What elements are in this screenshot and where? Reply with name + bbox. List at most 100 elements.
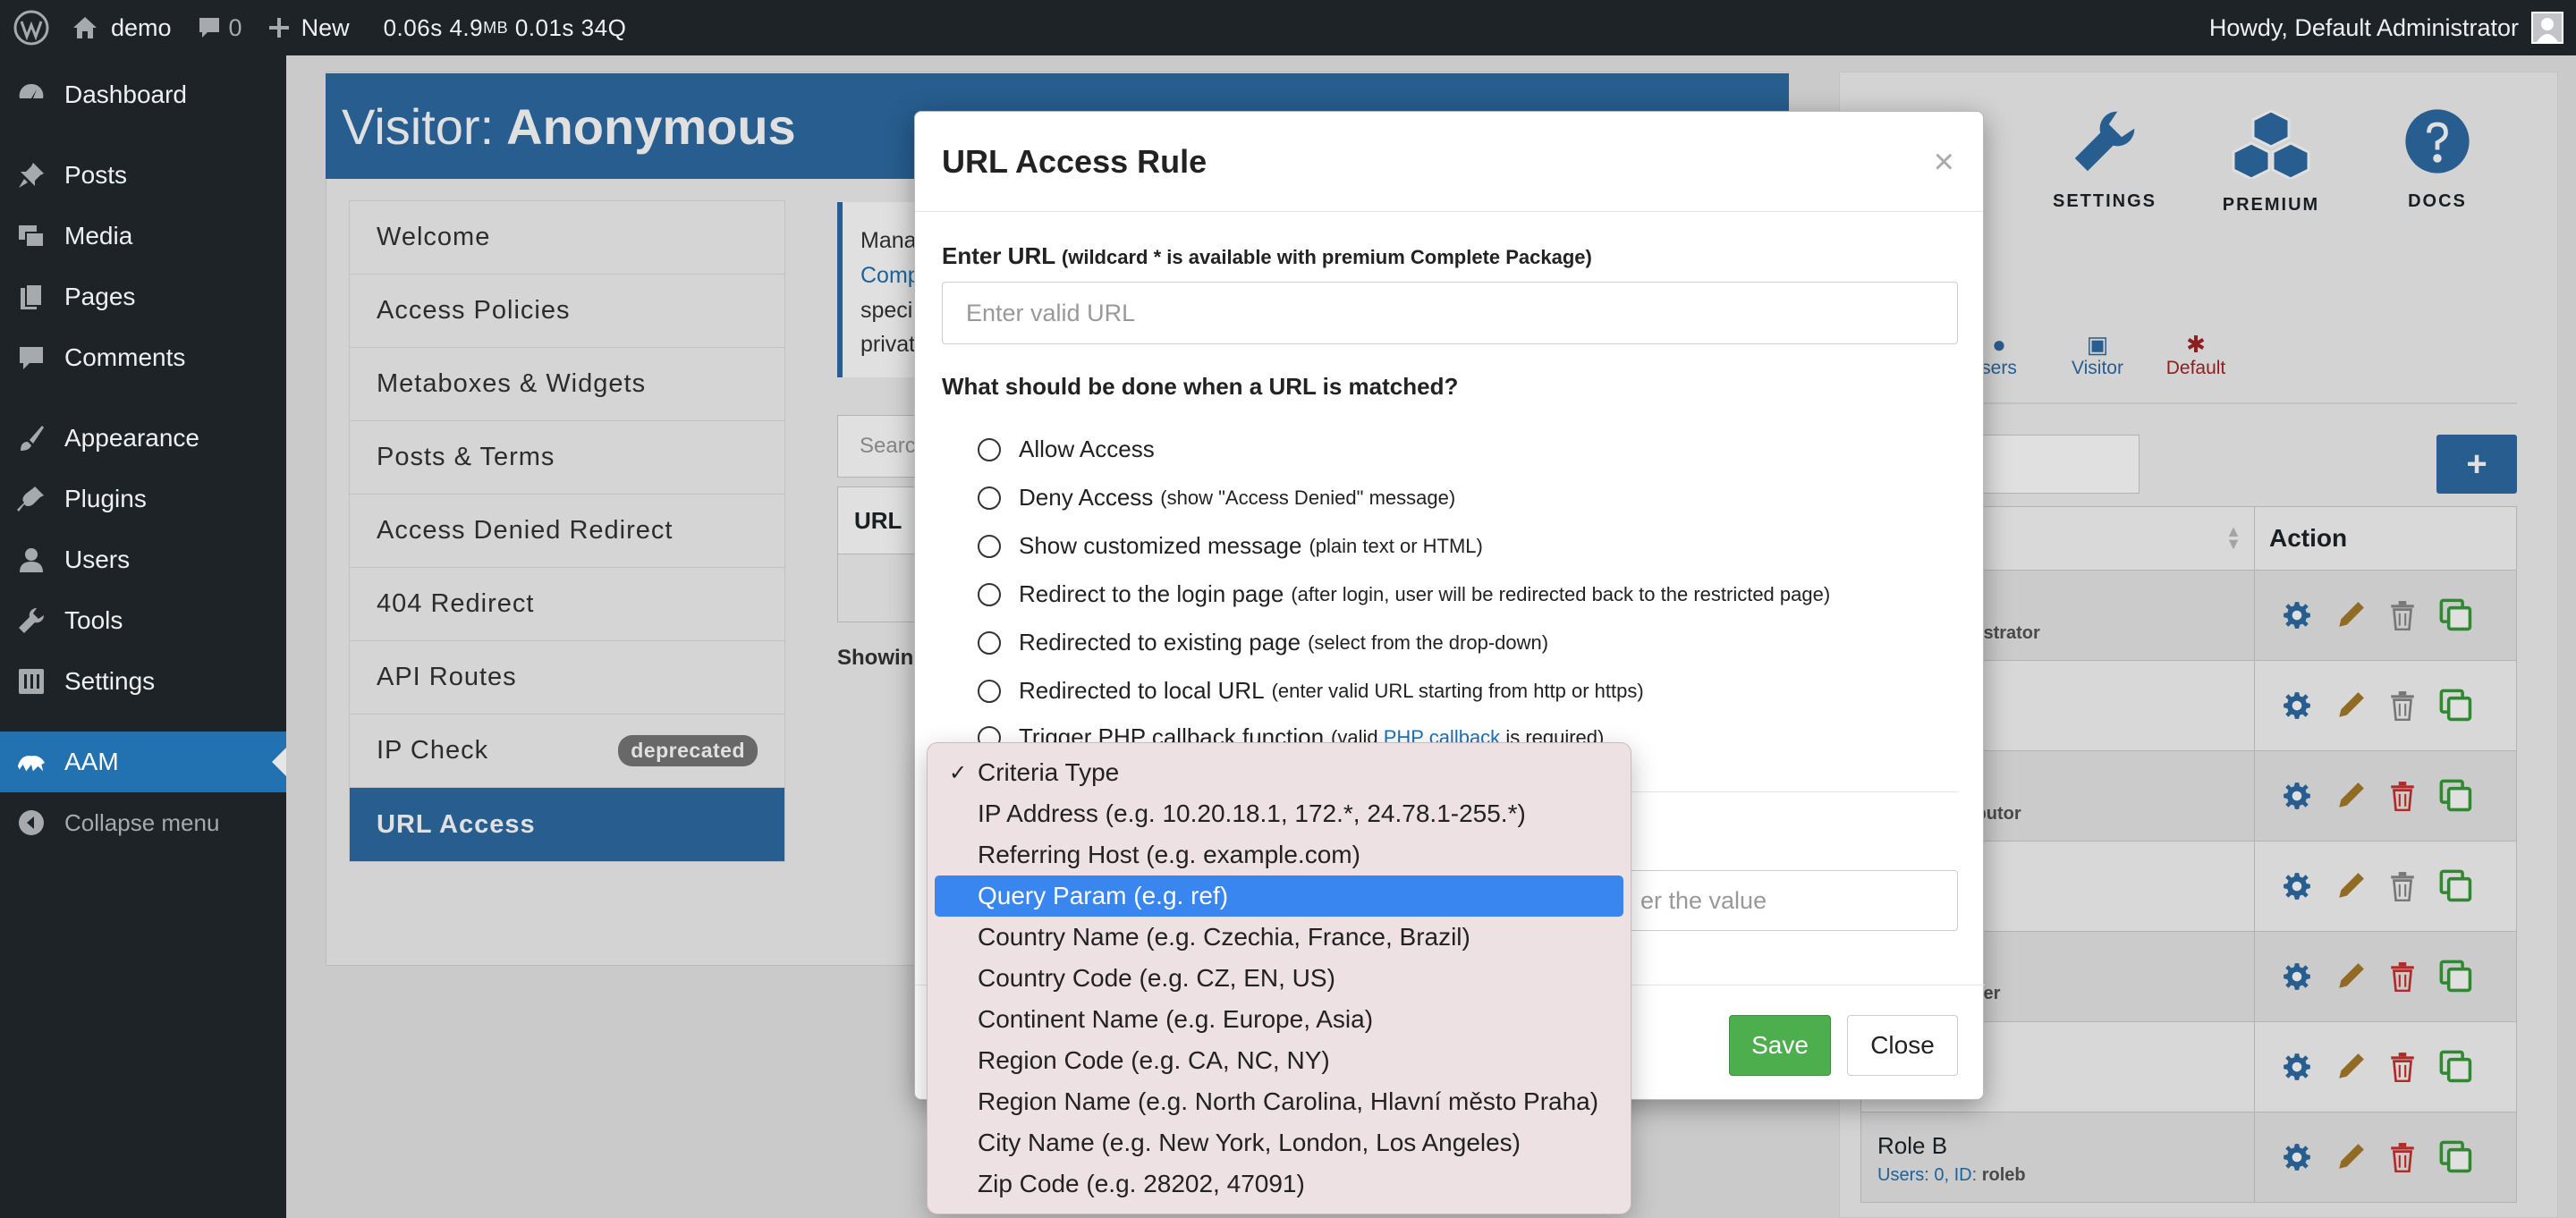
option-hint: (show "Access Denied" message) — [1160, 486, 1456, 509]
qm-memory-unit: MB — [483, 18, 509, 37]
sidebar-item-label: Media — [64, 222, 133, 250]
action-question: What should be done when a URL is matche… — [942, 373, 1459, 400]
avatar — [2531, 12, 2563, 44]
option-text: Query Param (e.g. ref) — [978, 882, 1229, 909]
qm-db-time: 0.01s — [514, 13, 574, 41]
comments-icon — [16, 343, 47, 373]
close-button[interactable]: Close — [1847, 1015, 1958, 1076]
dropdown-option[interactable]: Zip Code (e.g. 28202, 47091) — [935, 1163, 1623, 1205]
sidebar-item-label: AAM — [64, 748, 119, 775]
sliders-icon — [16, 666, 47, 697]
radio-button[interactable] — [978, 534, 1001, 558]
checkmark-icon: ✓ — [949, 760, 968, 785]
wrench-icon — [16, 605, 47, 636]
option-text: City Name (e.g. New York, London, Los An… — [978, 1129, 1521, 1156]
url-field-label: Enter URL (wildcard * is available with … — [942, 242, 1592, 270]
comments-link[interactable]: 0 — [184, 0, 255, 55]
media-icon — [16, 221, 47, 251]
collapse-menu-label: Collapse menu — [64, 808, 220, 836]
criteria-type-dropdown[interactable]: ✓ Criteria Type IP Address (e.g. 10.20.18.… — [927, 742, 1631, 1214]
save-button[interactable]: Save — [1729, 1015, 1831, 1076]
query-monitor-stats[interactable]: 0.06s 4.9 MB 0.01s 34Q — [371, 0, 640, 55]
dashboard-icon — [16, 80, 47, 110]
option-hint: (plain text or HTML) — [1309, 534, 1483, 557]
collapse-menu-button[interactable]: Collapse menu — [0, 792, 286, 853]
option-label: Redirected to existing page — [1019, 629, 1301, 656]
sidebar-item-settings[interactable]: Settings — [0, 651, 286, 712]
admin-sidebar: Dashboard Posts Media Pages Comments App… — [0, 55, 286, 1218]
dropdown-option[interactable]: Country Name (e.g. Czechia, France, Braz… — [935, 917, 1623, 958]
dropdown-option[interactable]: ✓ Criteria Type — [935, 752, 1623, 793]
option-label: Deny Access — [1019, 484, 1154, 511]
admin-bar: demo 0 New 0.06s 4.9 MB 0.01s 34Q Howdy, … — [0, 0, 2576, 55]
url-label: Enter URL — [942, 242, 1055, 269]
option-text: Country Name (e.g. Czechia, France, Braz… — [978, 923, 1470, 951]
dropdown-option[interactable]: Continent Name (e.g. Europe, Asia) — [935, 999, 1623, 1040]
option-login-redirect[interactable]: Redirect to the login page (after login,… — [978, 580, 1830, 608]
sidebar-item-appearance[interactable]: Appearance — [0, 408, 286, 469]
qm-memory: 4.9 — [449, 13, 484, 41]
sidebar-item-aam[interactable]: AAM — [0, 732, 286, 792]
sidebar-item-label: Posts — [64, 161, 128, 189]
url-input[interactable] — [942, 282, 1958, 344]
option-custom-message[interactable]: Show customized message (plain text or H… — [978, 532, 1483, 560]
option-text: Zip Code (e.g. 28202, 47091) — [978, 1170, 1305, 1197]
option-deny-access[interactable]: Deny Access (show "Access Denied" messag… — [978, 484, 1455, 512]
site-name-link[interactable]: demo — [59, 0, 184, 55]
sidebar-item-label: Plugins — [64, 485, 147, 512]
sidebar-item-label: Tools — [64, 606, 123, 634]
sidebar-item-posts[interactable]: Posts — [0, 145, 286, 206]
pin-icon — [16, 160, 47, 190]
site-name: demo — [111, 13, 172, 41]
radio-button[interactable] — [978, 486, 1001, 510]
dropdown-option[interactable]: Region Code (e.g. CA, NC, NY) — [935, 1040, 1623, 1081]
modal-title: URL Access Rule — [915, 112, 1983, 212]
dropdown-option[interactable]: Query Param (e.g. ref) — [935, 875, 1623, 917]
option-existing-page[interactable]: Redirected to existing page (select from… — [978, 629, 1548, 656]
howdy-greeting: Howdy, Default Administrator — [2208, 13, 2519, 41]
sidebar-item-pages[interactable]: Pages — [0, 266, 286, 327]
option-local-url[interactable]: Redirected to local URL (enter valid URL… — [978, 677, 1644, 705]
option-allow-access[interactable]: Allow Access — [978, 436, 1155, 463]
option-hint: (select from the drop-down) — [1308, 630, 1549, 654]
plus-icon — [268, 18, 289, 38]
sidebar-item-label: Comments — [64, 343, 186, 371]
dropdown-option[interactable]: IP Address (e.g. 10.20.18.1, 172.*, 24.7… — [935, 793, 1623, 834]
sidebar-item-plugins[interactable]: Plugins — [0, 469, 286, 529]
qm-time: 0.06s — [383, 13, 443, 41]
radio-button[interactable] — [978, 437, 1001, 461]
option-hint: (after login, user will be redirected ba… — [1291, 582, 1831, 605]
option-text: Referring Host (e.g. example.com) — [978, 841, 1360, 868]
radio-button[interactable] — [978, 679, 1001, 703]
option-text: IP Address (e.g. 10.20.18.1, 172.*, 24.7… — [978, 799, 1526, 827]
dropdown-option[interactable]: Referring Host (e.g. example.com) — [935, 834, 1623, 875]
radio-button[interactable] — [978, 582, 1001, 606]
close-icon[interactable]: × — [1934, 142, 1954, 182]
my-account[interactable]: Howdy, Default Administrator — [2209, 12, 2576, 44]
sidebar-item-label: Dashboard — [64, 80, 187, 108]
sidebar-item-label: Appearance — [64, 424, 200, 452]
sidebar-item-users[interactable]: Users — [0, 529, 286, 590]
aam-icon — [16, 747, 47, 777]
dropdown-option[interactable]: Country Code (e.g. CZ, EN, US) — [935, 958, 1623, 999]
pages-icon — [16, 282, 47, 312]
option-text: Country Code (e.g. CZ, EN, US) — [978, 964, 1335, 992]
comments-count: 0 — [228, 13, 242, 41]
sidebar-item-label: Users — [64, 546, 131, 573]
option-text: Criteria Type — [978, 758, 1120, 786]
wordpress-logo-icon[interactable] — [4, 0, 59, 55]
sidebar-item-media[interactable]: Media — [0, 206, 286, 266]
radio-button[interactable] — [978, 630, 1001, 655]
option-text: Continent Name (e.g. Europe, Asia) — [978, 1005, 1374, 1033]
dropdown-option[interactable]: City Name (e.g. New York, London, Los An… — [935, 1122, 1623, 1163]
collapse-arrow-icon — [16, 808, 47, 838]
sidebar-item-tools[interactable]: Tools — [0, 590, 286, 651]
sidebar-item-comments[interactable]: Comments — [0, 327, 286, 388]
dropdown-option[interactable]: Region Name (e.g. North Carolina, Hlavní… — [935, 1081, 1623, 1122]
sidebar-item-dashboard[interactable]: Dashboard — [0, 64, 286, 125]
new-content-link[interactable]: New — [255, 0, 362, 55]
user-icon — [16, 545, 47, 575]
option-label: Allow Access — [1019, 436, 1155, 462]
option-label: Redirected to local URL — [1019, 677, 1265, 704]
new-label: New — [301, 13, 350, 41]
